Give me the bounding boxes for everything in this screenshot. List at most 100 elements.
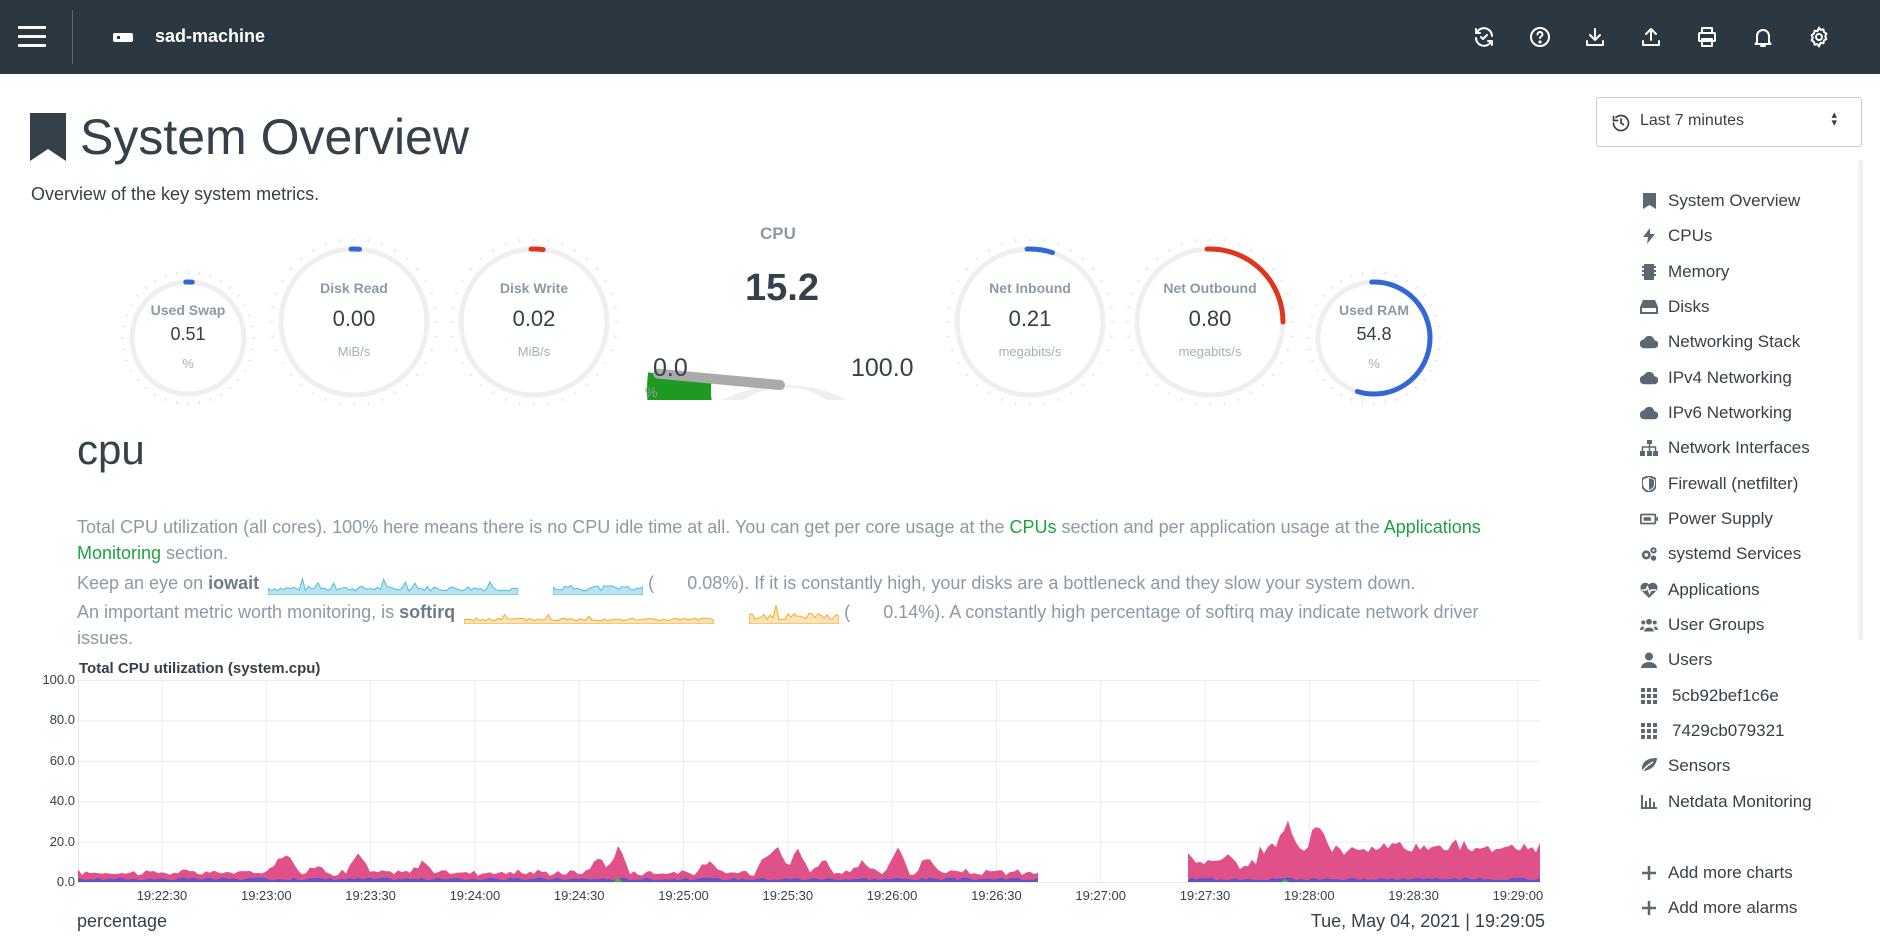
users-icon bbox=[1640, 616, 1658, 634]
bolt-icon bbox=[1640, 227, 1658, 245]
sidebar-item-user-groups[interactable]: User Groups bbox=[1640, 612, 1860, 642]
cpu-gauge-unit: % bbox=[645, 384, 658, 400]
grid-icon bbox=[1640, 687, 1658, 705]
sidebar-item-power-supply[interactable]: Power Supply bbox=[1640, 506, 1860, 536]
sidebar-item-memory[interactable]: Memory bbox=[1640, 259, 1860, 289]
x-tick-label: 19:27:30 bbox=[1179, 888, 1231, 903]
sidebar-item-sensors[interactable]: Sensors bbox=[1640, 753, 1860, 783]
x-tick-label: 19:28:30 bbox=[1388, 888, 1439, 903]
softirq-note: An important metric worth monitoring, is… bbox=[77, 599, 1517, 651]
sidebar-item-label: Firewall (netfilter) bbox=[1668, 474, 1799, 493]
gauge-label: Disk Read bbox=[320, 280, 388, 296]
softirq-open-paren: ( bbox=[844, 602, 851, 622]
x-tick-label: 19:28:00 bbox=[1283, 888, 1335, 903]
sidebar-item-label: User Groups bbox=[1668, 615, 1765, 634]
grid-icon bbox=[1640, 722, 1658, 740]
chart-title: Total CPU utilization (system.cpu) bbox=[79, 660, 321, 677]
gauge-arc bbox=[1024, 246, 1056, 256]
gauge-label: Used RAM bbox=[1338, 302, 1409, 318]
bar-chart-icon bbox=[1640, 793, 1658, 811]
iowait-note: Keep an eye on iowait ( 0.08%). If it is… bbox=[77, 570, 1537, 596]
download-icon[interactable] bbox=[1580, 22, 1610, 52]
add-more-charts-button[interactable]: Add more charts bbox=[1640, 860, 1860, 890]
sidebar-item-system-overview[interactable]: System Overview bbox=[1640, 188, 1860, 218]
desc2-text-a: Keep an eye on bbox=[77, 573, 209, 593]
update-icon[interactable] bbox=[1469, 22, 1499, 52]
iowait-sparkline-recent bbox=[552, 584, 644, 596]
softirq-value: 0.14% bbox=[883, 602, 935, 622]
gauge-value: 0.00 bbox=[332, 306, 376, 331]
sidebar-item-label: Sensors bbox=[1668, 756, 1731, 775]
upload-icon[interactable] bbox=[1636, 22, 1666, 52]
hostname[interactable]: sad-machine bbox=[155, 26, 265, 47]
gauge-value: 0.21 bbox=[1008, 306, 1052, 331]
cpus-link[interactable]: CPUs bbox=[1010, 517, 1057, 537]
time-range-picker[interactable]: Last 7 minutes ▴ ▾ bbox=[1596, 97, 1862, 147]
sidebar-item-firewall-netfilter[interactable]: Firewall (netfilter) bbox=[1640, 471, 1860, 501]
sidebar-item-7429cb079321[interactable]: 7429cb079321 bbox=[1640, 718, 1860, 748]
x-tick-label: 19:23:00 bbox=[240, 888, 292, 903]
hdd-icon bbox=[1640, 298, 1658, 316]
x-tick-label: 19:24:00 bbox=[449, 888, 501, 903]
shield-icon bbox=[1640, 475, 1658, 493]
add-more-alarms-button[interactable]: Add more alarms bbox=[1640, 895, 1860, 925]
sidebar-item-netdata-monitoring[interactable]: Netdata Monitoring bbox=[1640, 789, 1860, 819]
sidebar-item-ipv4-networking[interactable]: IPv4 Networking bbox=[1640, 365, 1860, 395]
sidebar-item-label: Netdata Monitoring bbox=[1668, 792, 1812, 811]
cpu-chart[interactable] bbox=[78, 680, 1542, 885]
sidebar-item-label: Add more alarms bbox=[1668, 898, 1798, 917]
gear-icon[interactable] bbox=[1804, 22, 1834, 52]
sitemap-icon bbox=[1640, 439, 1658, 457]
sidebar-item-cpus[interactable]: CPUs bbox=[1640, 223, 1860, 253]
gauge-value: 0.51 bbox=[170, 324, 206, 344]
sidebar-item-disks[interactable]: Disks bbox=[1640, 294, 1860, 324]
help-icon[interactable] bbox=[1525, 22, 1555, 52]
sidebar-item-applications[interactable]: Applications bbox=[1640, 577, 1860, 607]
gauge-value: 0.80 bbox=[1188, 306, 1232, 331]
cloud-icon bbox=[1640, 333, 1658, 351]
gauge-used-swap: Used Swap 0.51% bbox=[120, 270, 256, 406]
section-description: Total CPU utilization (all cores). 100% … bbox=[77, 514, 1537, 566]
gauge-label: Net Outbound bbox=[1163, 280, 1257, 296]
menu-icon[interactable] bbox=[18, 26, 46, 48]
sort-icon: ▴ ▾ bbox=[1831, 109, 1837, 129]
gauge-disk-read: Disk Read 0.00 MiB/s bbox=[269, 237, 439, 407]
softirq-sparkline bbox=[463, 613, 715, 625]
sidebar-item-5cb92bef1c6e[interactable]: 5cb92bef1c6e bbox=[1640, 683, 1860, 713]
bell-icon[interactable] bbox=[1748, 22, 1778, 52]
sidebar-item-users[interactable]: Users bbox=[1640, 647, 1860, 677]
sidebar-item-label: IPv6 Networking bbox=[1668, 403, 1792, 422]
sidebar-item-ipv6-networking[interactable]: IPv6 Networking bbox=[1640, 400, 1860, 430]
gauge-used-ram: Used RAM 54.8% bbox=[1306, 270, 1442, 406]
plus-icon bbox=[1640, 899, 1658, 917]
cpu-gauge-min: 0.0 bbox=[653, 354, 688, 382]
sidebar-item-label: System Overview bbox=[1668, 191, 1801, 210]
top-navbar: sad-machine bbox=[0, 0, 1880, 74]
x-tick-label: 19:22:30 bbox=[136, 888, 188, 903]
x-tick-label: 19:26:30 bbox=[971, 888, 1022, 903]
sidebar-scrollbar[interactable] bbox=[1858, 160, 1863, 640]
sidebar-item-network-interfaces[interactable]: Network Interfaces bbox=[1640, 435, 1860, 465]
sidebar-item-label: Networking Stack bbox=[1668, 332, 1801, 351]
y-tick-label: 20.0 bbox=[49, 833, 75, 849]
cpu-gauge-label: CPU bbox=[760, 224, 796, 243]
gauge-label: Net Inbound bbox=[989, 280, 1071, 296]
time-range-label: Last 7 minutes bbox=[1640, 112, 1745, 129]
gauge-net-inbound: Net Inbound 0.21 megabits/s bbox=[945, 237, 1115, 407]
cpu-gauge-value: 15.2 bbox=[745, 267, 819, 309]
gauge-net-outbound: Net Outbound 0.80 megabits/s bbox=[1125, 237, 1295, 407]
sidebar-item-systemd-services[interactable]: systemd Services bbox=[1640, 541, 1860, 571]
iowait-open-paren: ( bbox=[648, 573, 655, 593]
heartbeat-icon bbox=[1640, 581, 1658, 599]
navbar-divider bbox=[72, 10, 73, 64]
desc1-text-a: Total CPU utilization (all cores). 100% … bbox=[77, 517, 1010, 537]
sidebar-item-label: Add more charts bbox=[1668, 863, 1793, 882]
server-icon bbox=[113, 33, 133, 42]
softirq-sparkline-recent bbox=[748, 605, 840, 625]
print-icon[interactable] bbox=[1692, 22, 1722, 52]
sidebar-item-networking-stack[interactable]: Networking Stack bbox=[1640, 329, 1860, 359]
sidebar-item-label: 5cb92bef1c6e bbox=[1672, 686, 1779, 705]
sidebar-item-label: Applications bbox=[1668, 580, 1760, 599]
gauge-arc bbox=[528, 246, 546, 253]
chart-units: percentage bbox=[77, 911, 168, 931]
